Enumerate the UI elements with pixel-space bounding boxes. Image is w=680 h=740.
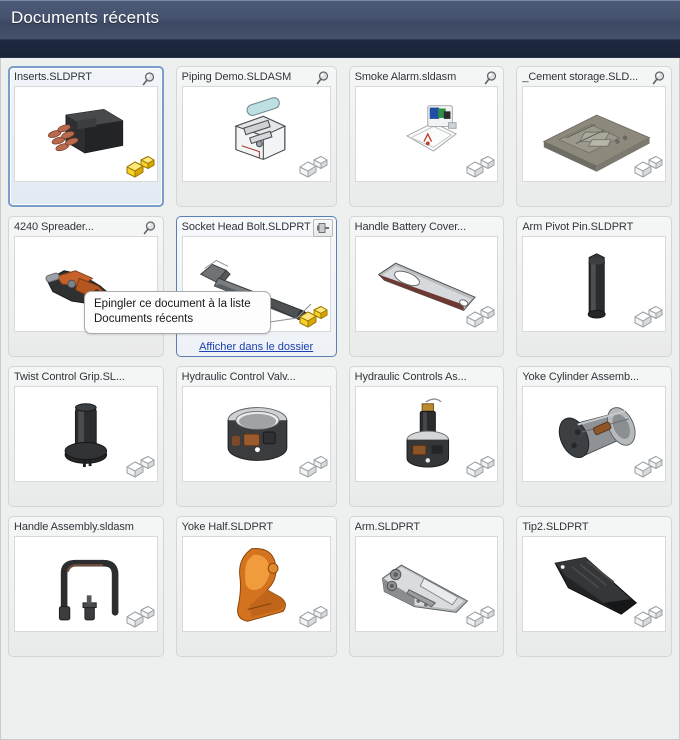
document-tile[interactable]: Hydraulic Controls As... bbox=[348, 366, 505, 507]
tooltip-line-1: Epingler ce document à la liste bbox=[94, 298, 251, 310]
document-tile[interactable]: Handle Assembly.sldasm bbox=[8, 516, 164, 657]
pushpin-icon[interactable] bbox=[315, 70, 332, 86]
document-title: Socket Head Bolt.SLDPRT bbox=[181, 221, 311, 233]
document-thumbnail[interactable] bbox=[14, 386, 158, 482]
pin-tooltip: Epingler ce document à la liste Document… bbox=[84, 291, 271, 334]
document-title: Handle Assembly.sldasm bbox=[14, 521, 134, 533]
document-tile[interactable]: Smoke Alarm.sldasm bbox=[348, 66, 505, 207]
documents-panel: Inserts.SLDPRT Piping Demo.SLDASM Smoke Al… bbox=[0, 58, 680, 740]
document-title: Smoke Alarm.sldasm bbox=[354, 71, 457, 83]
window-titlebar: Documents récents bbox=[0, 0, 680, 40]
document-title: Piping Demo.SLDASM bbox=[181, 71, 292, 83]
document-title: Tip2.SLDPRT bbox=[522, 521, 589, 533]
document-thumbnail[interactable] bbox=[354, 386, 499, 482]
document-thumbnail[interactable] bbox=[354, 236, 499, 332]
document-tile[interactable]: Socket Head Bolt.SLDPRT Afficher dans le … bbox=[175, 216, 337, 357]
document-tile[interactable]: Arm Pivot Pin.SLDPRT bbox=[516, 216, 672, 357]
document-thumbnail[interactable] bbox=[181, 536, 331, 632]
document-title: 4240 Spreader... bbox=[14, 221, 94, 233]
document-tile[interactable]: Handle Battery Cover... bbox=[348, 216, 505, 357]
document-thumbnail[interactable] bbox=[354, 536, 499, 632]
document-thumbnail[interactable] bbox=[522, 236, 666, 332]
document-title: Handle Battery Cover... bbox=[354, 221, 467, 233]
document-title: Inserts.SLDPRT bbox=[14, 71, 92, 83]
pushpin-icon[interactable] bbox=[142, 220, 159, 236]
documents-grid: Inserts.SLDPRT Piping Demo.SLDASM Smoke Al… bbox=[8, 66, 672, 657]
document-thumbnail[interactable] bbox=[181, 86, 331, 182]
document-tile[interactable]: Yoke Half.SLDPRT bbox=[175, 516, 337, 657]
document-tile[interactable]: Arm.SLDPRT bbox=[348, 516, 505, 657]
titlebar-highlight bbox=[0, 0, 680, 1]
document-tile[interactable]: Piping Demo.SLDASM bbox=[175, 66, 337, 207]
document-tile[interactable]: Twist Control Grip.SL... bbox=[8, 366, 164, 507]
pushpin-horizontal-icon[interactable] bbox=[312, 219, 333, 237]
document-tile[interactable]: _Cement storage.SLD... bbox=[516, 66, 672, 207]
pushpin-icon[interactable] bbox=[141, 71, 158, 87]
show-in-folder-link[interactable]: Afficher dans le dossier bbox=[177, 341, 336, 353]
document-thumbnail[interactable] bbox=[522, 536, 666, 632]
document-tile[interactable]: 4240 Spreader... bbox=[8, 216, 164, 357]
document-title: Yoke Cylinder Assemb... bbox=[522, 371, 639, 383]
document-thumbnail[interactable] bbox=[14, 536, 158, 632]
pushpin-icon[interactable] bbox=[482, 70, 499, 86]
document-title: _Cement storage.SLD... bbox=[522, 71, 639, 83]
document-tile[interactable]: Tip2.SLDPRT bbox=[516, 516, 672, 657]
document-title: Arm.SLDPRT bbox=[354, 521, 421, 533]
document-thumbnail[interactable] bbox=[522, 386, 666, 482]
page-title: Documents récents bbox=[11, 8, 160, 27]
document-title: Yoke Half.SLDPRT bbox=[181, 521, 274, 533]
document-title: Hydraulic Control Valv... bbox=[181, 371, 296, 383]
document-tile[interactable]: Inserts.SLDPRT bbox=[8, 66, 164, 207]
document-title: Twist Control Grip.SL... bbox=[14, 371, 125, 383]
document-title: Arm Pivot Pin.SLDPRT bbox=[522, 221, 634, 233]
document-thumbnail[interactable] bbox=[522, 86, 666, 182]
document-thumbnail[interactable] bbox=[354, 86, 499, 182]
document-tile[interactable]: Hydraulic Control Valv... bbox=[175, 366, 337, 507]
document-tile[interactable]: Yoke Cylinder Assemb... bbox=[516, 366, 672, 507]
pushpin-icon[interactable] bbox=[650, 70, 667, 86]
document-thumbnail[interactable] bbox=[14, 86, 158, 182]
tooltip-line-2: Documents récents bbox=[94, 313, 194, 325]
document-title: Hydraulic Controls As... bbox=[354, 371, 467, 383]
recent-documents-window: Documents récents Inserts.SLDPRT Piping D… bbox=[0, 0, 680, 740]
document-thumbnail[interactable] bbox=[181, 386, 331, 482]
titlebar-underbar bbox=[0, 40, 680, 58]
